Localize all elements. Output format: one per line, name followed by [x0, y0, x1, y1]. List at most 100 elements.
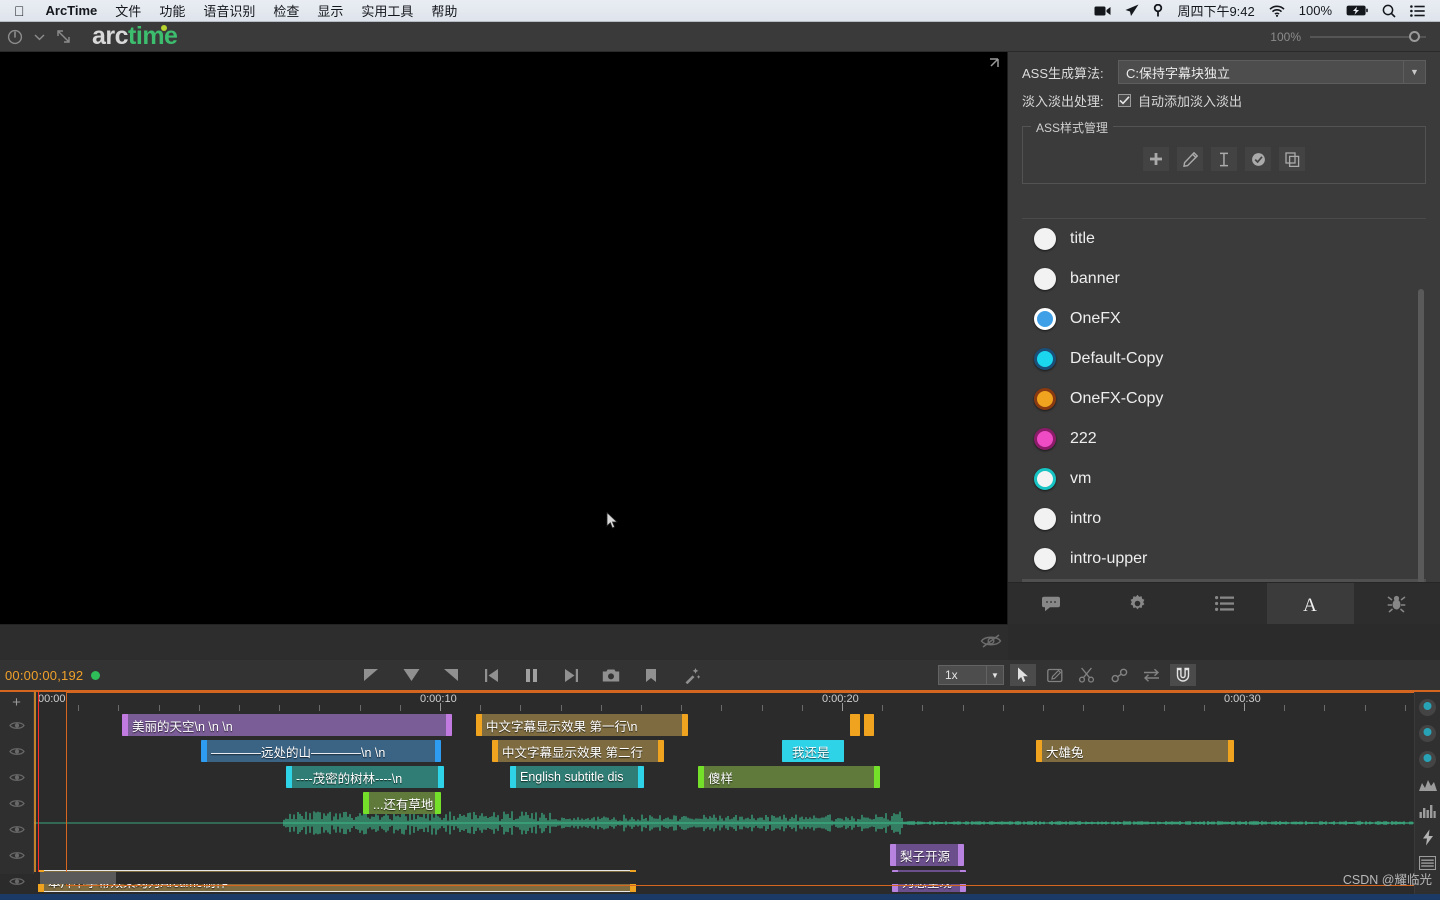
clip-handle-left[interactable]: [890, 844, 896, 866]
tab-list[interactable]: [1181, 583, 1267, 624]
magnet-icon[interactable]: [1170, 664, 1196, 686]
style-list-scrollbar[interactable]: [1418, 289, 1424, 589]
screen-record-icon[interactable]: [1087, 0, 1118, 22]
timeline-hscrollbar[interactable]: [34, 872, 1414, 884]
clip-handle-right[interactable]: [638, 766, 644, 788]
lightning-icon[interactable]: [1417, 826, 1439, 848]
control-center-icon[interactable]: [1403, 0, 1432, 22]
clip-handle-right[interactable]: [446, 714, 452, 736]
style-list-item[interactable]: intro-upper: [1022, 539, 1426, 579]
track-visibility-toggle[interactable]: [0, 712, 33, 738]
style-list[interactable]: title banner OneFX Default-Copy OneFX-Co…: [1022, 218, 1426, 610]
pinyin-input-icon[interactable]: [1146, 0, 1170, 22]
chevron-down-icon[interactable]: ▼: [986, 666, 1003, 684]
clip-handle-right[interactable]: [435, 792, 441, 814]
select-tool[interactable]: [1010, 664, 1036, 686]
timeline-ruler[interactable]: 00:00 0:00:10 0:00:20 0:00:30: [34, 692, 1414, 712]
clip-handle-right[interactable]: [868, 714, 874, 736]
tab-settings[interactable]: [1094, 583, 1180, 624]
timeline-tracks[interactable]: 美丽的天空\n \n \n 中文字幕显示效果 第一行\n ————远处的山————\…: [34, 712, 1414, 892]
clip-handle-right[interactable]: [838, 740, 844, 762]
clip-handle-right[interactable]: [854, 714, 860, 736]
insert-button[interactable]: [400, 664, 422, 686]
audio-meter-2-icon[interactable]: [1417, 722, 1439, 744]
clip-handle-left[interactable]: [476, 714, 482, 736]
track-visibility-toggle[interactable]: [0, 790, 33, 816]
clip-handle-left[interactable]: [122, 714, 128, 736]
timeline-clip[interactable]: 中文字幕显示效果 第一行\n: [476, 714, 688, 736]
mark-out-button[interactable]: [440, 664, 462, 686]
menu-item-check[interactable]: 检查: [264, 0, 308, 22]
track-visibility-toggle[interactable]: [0, 738, 33, 764]
style-list-item[interactable]: Default-Copy: [1022, 339, 1426, 379]
power-icon[interactable]: [4, 26, 26, 48]
track-visibility-toggle[interactable]: [0, 764, 33, 790]
clip-handle-right[interactable]: [435, 740, 441, 762]
eye-slash-icon[interactable]: [980, 633, 1002, 649]
timeline-clip[interactable]: 美丽的天空\n \n \n: [122, 714, 452, 736]
track-visibility-toggle[interactable]: [0, 868, 33, 894]
menu-item-help[interactable]: 帮助: [422, 0, 466, 22]
style-list-item[interactable]: banner: [1022, 259, 1426, 299]
clip-handle-left[interactable]: [698, 766, 704, 788]
edit-style-button[interactable]: [1177, 147, 1203, 171]
resize-corner-icon[interactable]: [984, 58, 999, 73]
style-list-item[interactable]: 222: [1022, 419, 1426, 459]
clip-handle-right[interactable]: [958, 844, 964, 866]
auto-fade-checkbox[interactable]: [1118, 94, 1131, 107]
timeline-clip[interactable]: 大雄兔: [1036, 740, 1234, 762]
timeline-clip[interactable]: English subtitle dis: [510, 766, 644, 788]
ass-algorithm-select[interactable]: C:保持字幕块独立 ▼: [1118, 60, 1426, 84]
menu-item-arctime[interactable]: ArcTime: [37, 0, 107, 22]
battery-percentage[interactable]: 100%: [1292, 0, 1339, 22]
skip-next-icon[interactable]: [560, 664, 582, 686]
timeline-clip[interactable]: 傻样: [698, 766, 880, 788]
bar-chart-icon[interactable]: [1417, 800, 1439, 822]
track-visibility-toggle[interactable]: [0, 816, 33, 842]
playhead[interactable]: [38, 692, 39, 874]
timeline[interactable]: + 00:00 0:00:10 0:00:20 0:00:30 美丽的天空\n \n …: [0, 690, 1440, 900]
clip-handle-left[interactable]: [510, 766, 516, 788]
menu-item-display[interactable]: 显示: [308, 0, 352, 22]
clip-handle-right[interactable]: [1228, 740, 1234, 762]
pause-button[interactable]: [520, 664, 542, 686]
style-list-item[interactable]: OneFX: [1022, 299, 1426, 339]
clip-handle-right[interactable]: [438, 766, 444, 788]
swap-arrows-icon[interactable]: [1138, 664, 1164, 686]
menu-item-utilities[interactable]: 实用工具: [352, 0, 422, 22]
timeline-hscrollbar-thumb[interactable]: [40, 872, 116, 884]
timeline-clip[interactable]: ————远处的山————\n \n: [201, 740, 441, 762]
timeline-body[interactable]: 00:00 0:00:10 0:00:20 0:00:30 美丽的天空\n \n \n…: [34, 692, 1440, 900]
chevron-down-icon[interactable]: ▼: [1403, 61, 1425, 83]
scissors-icon[interactable]: [1074, 664, 1100, 686]
clip-handle-right[interactable]: [874, 766, 880, 788]
timeline-clip[interactable]: 我还是: [782, 740, 844, 762]
current-timecode[interactable]: 00:00:00,192: [0, 668, 83, 683]
apply-style-button[interactable]: [1245, 147, 1271, 171]
zoom-slider[interactable]: [1310, 30, 1426, 42]
add-track-button[interactable]: +: [0, 692, 33, 712]
tab-effects[interactable]: [1354, 583, 1440, 624]
menubar-clock[interactable]: 周四下午9:42: [1170, 0, 1261, 22]
magic-wand-icon[interactable]: [680, 664, 702, 686]
clip-handle-left[interactable]: [363, 792, 369, 814]
bookmark-icon[interactable]: [640, 664, 662, 686]
telegram-send-icon[interactable]: [1118, 0, 1146, 22]
zoom-slider-handle[interactable]: [1409, 30, 1420, 42]
menu-item-file[interactable]: 文件: [106, 0, 150, 22]
timeline-clip[interactable]: 梨子开源: [890, 844, 964, 866]
duplicate-style-button[interactable]: [1279, 147, 1305, 171]
menu-item-function[interactable]: 功能: [150, 0, 194, 22]
battery-charging-icon[interactable]: [1339, 0, 1375, 22]
skip-previous-icon[interactable]: [480, 664, 502, 686]
playback-speed-select[interactable]: 1x ▼: [938, 665, 1004, 685]
auto-fade-checkbox-label[interactable]: 自动添加淡入淡出: [1138, 91, 1242, 110]
clip-handle-left[interactable]: [1036, 740, 1042, 762]
wifi-icon[interactable]: [1262, 0, 1292, 22]
clip-handle-left[interactable]: [782, 740, 788, 762]
rename-style-button[interactable]: [1211, 147, 1237, 171]
timeline-clip[interactable]: [850, 714, 860, 736]
spotlight-search-icon[interactable]: [1375, 0, 1403, 22]
video-preview[interactable]: [0, 52, 1008, 624]
apple-logo-icon[interactable]: : [14, 4, 25, 18]
